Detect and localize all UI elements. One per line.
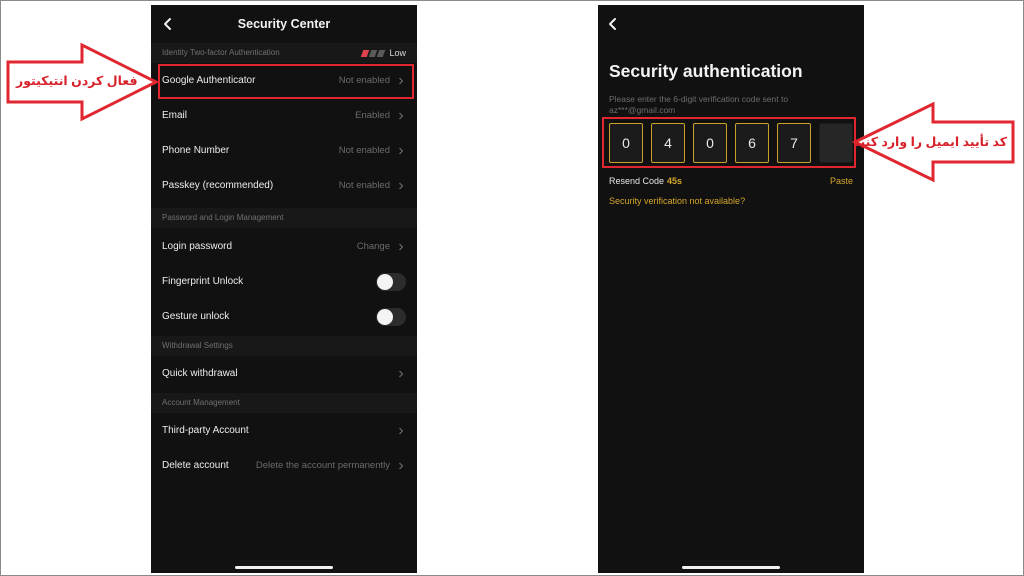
code-digit-box[interactable]: 4 <box>651 123 685 163</box>
row-email[interactable]: Email Enabled <box>151 98 417 133</box>
code-digit-box[interactable]: 6 <box>735 123 769 163</box>
header: Security Center <box>151 5 417 43</box>
section-header-two-factor: Identity Two-factor Authentication Low <box>151 43 417 63</box>
code-digit-box[interactable]: 0 <box>693 123 727 163</box>
chevron-right-icon <box>396 181 406 191</box>
section-header-account: Account Management <box>151 393 417 413</box>
row-phone-number[interactable]: Phone Number Not enabled <box>151 133 417 168</box>
chevron-left-icon[interactable] <box>605 16 621 32</box>
row-status: Not enabled <box>338 75 390 86</box>
chevron-right-icon <box>396 146 406 156</box>
chevron-right-icon <box>396 426 406 436</box>
row-label: Third-party Account <box>162 425 249 436</box>
fingerprint-toggle[interactable] <box>376 272 406 291</box>
callout-text: فعال کردن انتیکیتور <box>16 74 138 88</box>
section-label: Identity Two-factor Authentication <box>162 48 280 57</box>
chevron-right-icon <box>396 461 406 471</box>
row-label: Delete account <box>162 460 229 471</box>
row-status: Not enabled <box>338 145 390 156</box>
row-label: Email <box>162 110 188 121</box>
resend-code[interactable]: Resend Code 45s <box>609 176 682 186</box>
risk-indicator: Low <box>361 43 406 63</box>
row-delete-account[interactable]: Delete account Delete the account perman… <box>151 448 417 483</box>
section-header-password: Password and Login Management <box>151 208 417 228</box>
instruction-text: Please enter the 6-digit verification co… <box>609 94 789 115</box>
risk-bar <box>377 49 386 57</box>
row-action: Change <box>356 241 390 252</box>
row-passkey[interactable]: Passkey (recommended) Not enabled <box>151 168 417 203</box>
security-authentication-screen: Security authentication Please enter the… <box>598 5 864 573</box>
row-quick-withdrawal[interactable]: Quick withdrawal <box>151 356 417 391</box>
row-fingerprint-unlock: Fingerprint Unlock <box>151 264 417 299</box>
callout-arrow-left: فعال کردن انتیکیتور <box>4 42 162 122</box>
gesture-toggle[interactable] <box>376 307 406 326</box>
row-gesture-unlock: Gesture unlock <box>151 299 417 334</box>
resend-timer: 45s <box>667 176 683 186</box>
callout-arrow-right: کد تأیید ایمیل را وارد کنید <box>851 100 1017 184</box>
verification-unavailable-link[interactable]: Security verification not available? <box>609 196 745 206</box>
page-title: Security Center <box>237 17 331 31</box>
toggle-knob <box>377 273 393 290</box>
page-title: Security authentication <box>609 61 803 81</box>
security-center-screen: Security Center Identity Two-factor Auth… <box>151 5 417 573</box>
row-label: Passkey (recommended) <box>162 180 274 191</box>
home-indicator <box>682 566 780 569</box>
row-label: Gesture unlock <box>162 311 230 322</box>
row-status: Not enabled <box>338 180 390 191</box>
row-third-party-account[interactable]: Third-party Account <box>151 413 417 448</box>
code-digit-box[interactable] <box>819 123 853 163</box>
toggle-knob <box>377 308 393 325</box>
resend-label: Resend Code <box>609 176 665 186</box>
section-header-withdrawal: Withdrawal Settings <box>151 336 417 356</box>
risk-level-label: Low <box>389 48 406 58</box>
code-digit-box[interactable]: 0 <box>609 123 643 163</box>
chevron-right-icon <box>396 76 406 86</box>
section-label: Withdrawal Settings <box>162 341 233 350</box>
chevron-right-icon <box>396 369 406 379</box>
paste-button[interactable]: Paste <box>830 176 853 186</box>
verification-code-input[interactable]: 0 4 0 6 7 <box>609 123 853 163</box>
row-status: Enabled <box>355 110 390 121</box>
row-label: Login password <box>162 241 233 252</box>
row-description: Delete the account permanently <box>255 460 390 471</box>
section-label: Account Management <box>162 398 240 407</box>
row-label: Quick withdrawal <box>162 368 238 379</box>
row-login-password[interactable]: Login password Change <box>151 229 417 264</box>
row-label: Phone Number <box>162 145 230 156</box>
code-digit-box[interactable]: 7 <box>777 123 811 163</box>
chevron-right-icon <box>396 111 406 121</box>
row-label: Google Authenticator <box>162 75 256 86</box>
row-label: Fingerprint Unlock <box>162 276 244 287</box>
home-indicator <box>235 566 333 569</box>
section-label: Password and Login Management <box>162 213 284 222</box>
row-google-authenticator[interactable]: Google Authenticator Not enabled <box>151 63 417 98</box>
callout-text: کد تأیید ایمیل را وارد کنید <box>853 135 1007 149</box>
chevron-right-icon <box>396 242 406 252</box>
risk-level-bars <box>361 49 386 57</box>
